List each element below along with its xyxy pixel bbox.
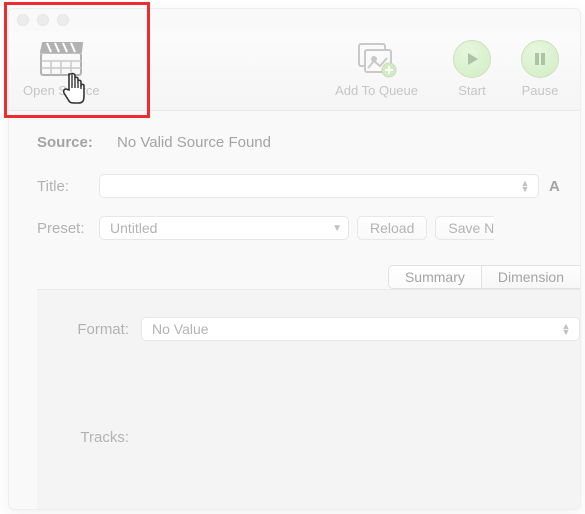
tracks-label: Tracks:	[71, 429, 141, 446]
format-select[interactable]: No Value ▲▼	[141, 317, 580, 341]
pause-label: Pause	[522, 83, 559, 98]
tab-summary[interactable]: Summary	[388, 265, 482, 289]
tracks-row: Tracks:	[71, 422, 580, 452]
reload-button[interactable]: Reload	[357, 216, 427, 240]
tab-dimension[interactable]: Dimension	[481, 265, 580, 289]
titlebar	[9, 9, 580, 31]
preset-label: Preset:	[37, 220, 99, 237]
summary-panel: Format: No Value ▲▼ Tracks:	[37, 289, 580, 510]
save-label: Save N	[448, 220, 494, 236]
format-value: No Value	[152, 321, 209, 337]
queue-add-icon	[351, 37, 403, 81]
minimize-window-dot[interactable]	[37, 14, 49, 26]
app-window: Open Source Add To Queue	[8, 8, 581, 510]
toolbar: Open Source Add To Queue	[9, 31, 580, 111]
format-label: Format:	[71, 321, 141, 338]
source-value: No Valid Source Found	[117, 134, 271, 151]
format-row: Format: No Value ▲▼	[71, 314, 580, 344]
updown-icon: ▲▼	[559, 323, 573, 335]
open-source-label: Open Source	[23, 83, 100, 98]
title-label: Title:	[37, 178, 99, 195]
save-preset-button[interactable]: Save N	[435, 216, 494, 240]
add-to-queue-label: Add To Queue	[335, 83, 418, 98]
updown-icon: ▲▼	[518, 180, 532, 192]
pause-button[interactable]: Pause	[514, 37, 566, 98]
angle-label: A	[549, 178, 567, 195]
pause-icon	[514, 37, 566, 81]
reload-label: Reload	[370, 220, 414, 236]
source-row: Source: No Valid Source Found	[37, 125, 580, 159]
close-window-dot[interactable]	[17, 14, 29, 26]
title-select[interactable]: ▲▼	[99, 174, 539, 198]
open-source-button[interactable]: Open Source	[23, 37, 100, 98]
title-row: Title: ▲▼ A	[37, 169, 580, 203]
chevron-down-icon: ▼	[332, 223, 342, 234]
start-button[interactable]: Start	[446, 37, 498, 98]
preset-select[interactable]: Untitled ▼	[99, 216, 349, 240]
preset-row: Preset: Untitled ▼ Reload Save N	[37, 211, 580, 245]
tab-summary-label: Summary	[405, 269, 465, 285]
play-icon	[446, 37, 498, 81]
preset-value: Untitled	[110, 220, 157, 236]
content-area: Source: No Valid Source Found Title: ▲▼ …	[9, 111, 580, 510]
tab-bar: Summary Dimension	[37, 265, 580, 289]
tab-dimension-label: Dimension	[498, 269, 564, 285]
zoom-window-dot[interactable]	[57, 14, 69, 26]
start-label: Start	[458, 83, 485, 98]
add-to-queue-button[interactable]: Add To Queue	[335, 37, 418, 98]
source-label: Source:	[37, 134, 109, 151]
clapperboard-icon	[35, 37, 87, 81]
